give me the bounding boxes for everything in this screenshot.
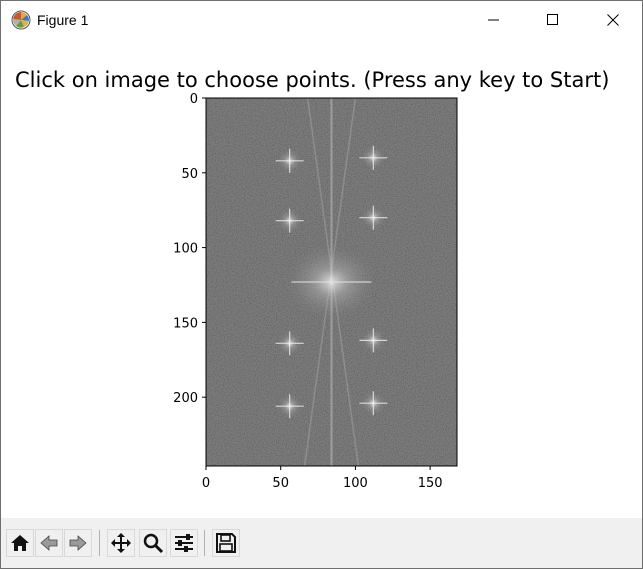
configure-subplots-button[interactable]	[170, 529, 198, 557]
toolbar-separator	[204, 530, 205, 556]
y-tick-label: 100	[173, 242, 198, 257]
x-tick-label: 50	[272, 476, 289, 491]
home-button[interactable]	[6, 529, 34, 557]
y-tick-label: 0	[190, 92, 198, 107]
save-button[interactable]	[212, 529, 240, 557]
y-tick-label: 50	[181, 167, 198, 182]
zoom-icon	[143, 533, 164, 554]
y-tick-label: 150	[173, 316, 198, 331]
x-tick-label: 100	[343, 476, 368, 491]
figure-window: Figure 1 Click on image to choose points…	[0, 0, 643, 569]
sliders-icon	[175, 534, 193, 552]
floppy-disk-icon	[216, 533, 236, 553]
home-icon	[11, 535, 29, 551]
plot-canvas[interactable]: 0 50 100 150 0 50 100 150 200	[1, 1, 642, 518]
toolbar-separator	[99, 530, 100, 556]
navigation-toolbar	[1, 518, 642, 568]
forward-button[interactable]	[64, 529, 92, 557]
pan-button[interactable]	[107, 529, 135, 557]
y-tick-label: 200	[173, 391, 198, 406]
forward-arrow-icon	[69, 535, 87, 551]
spectrum-image[interactable]	[206, 98, 457, 466]
x-tick-label: 150	[418, 476, 443, 491]
move-icon	[111, 533, 131, 553]
zoom-button[interactable]	[139, 529, 167, 557]
back-button[interactable]	[35, 529, 63, 557]
x-tick-label: 0	[202, 476, 210, 491]
back-arrow-icon	[40, 535, 58, 551]
